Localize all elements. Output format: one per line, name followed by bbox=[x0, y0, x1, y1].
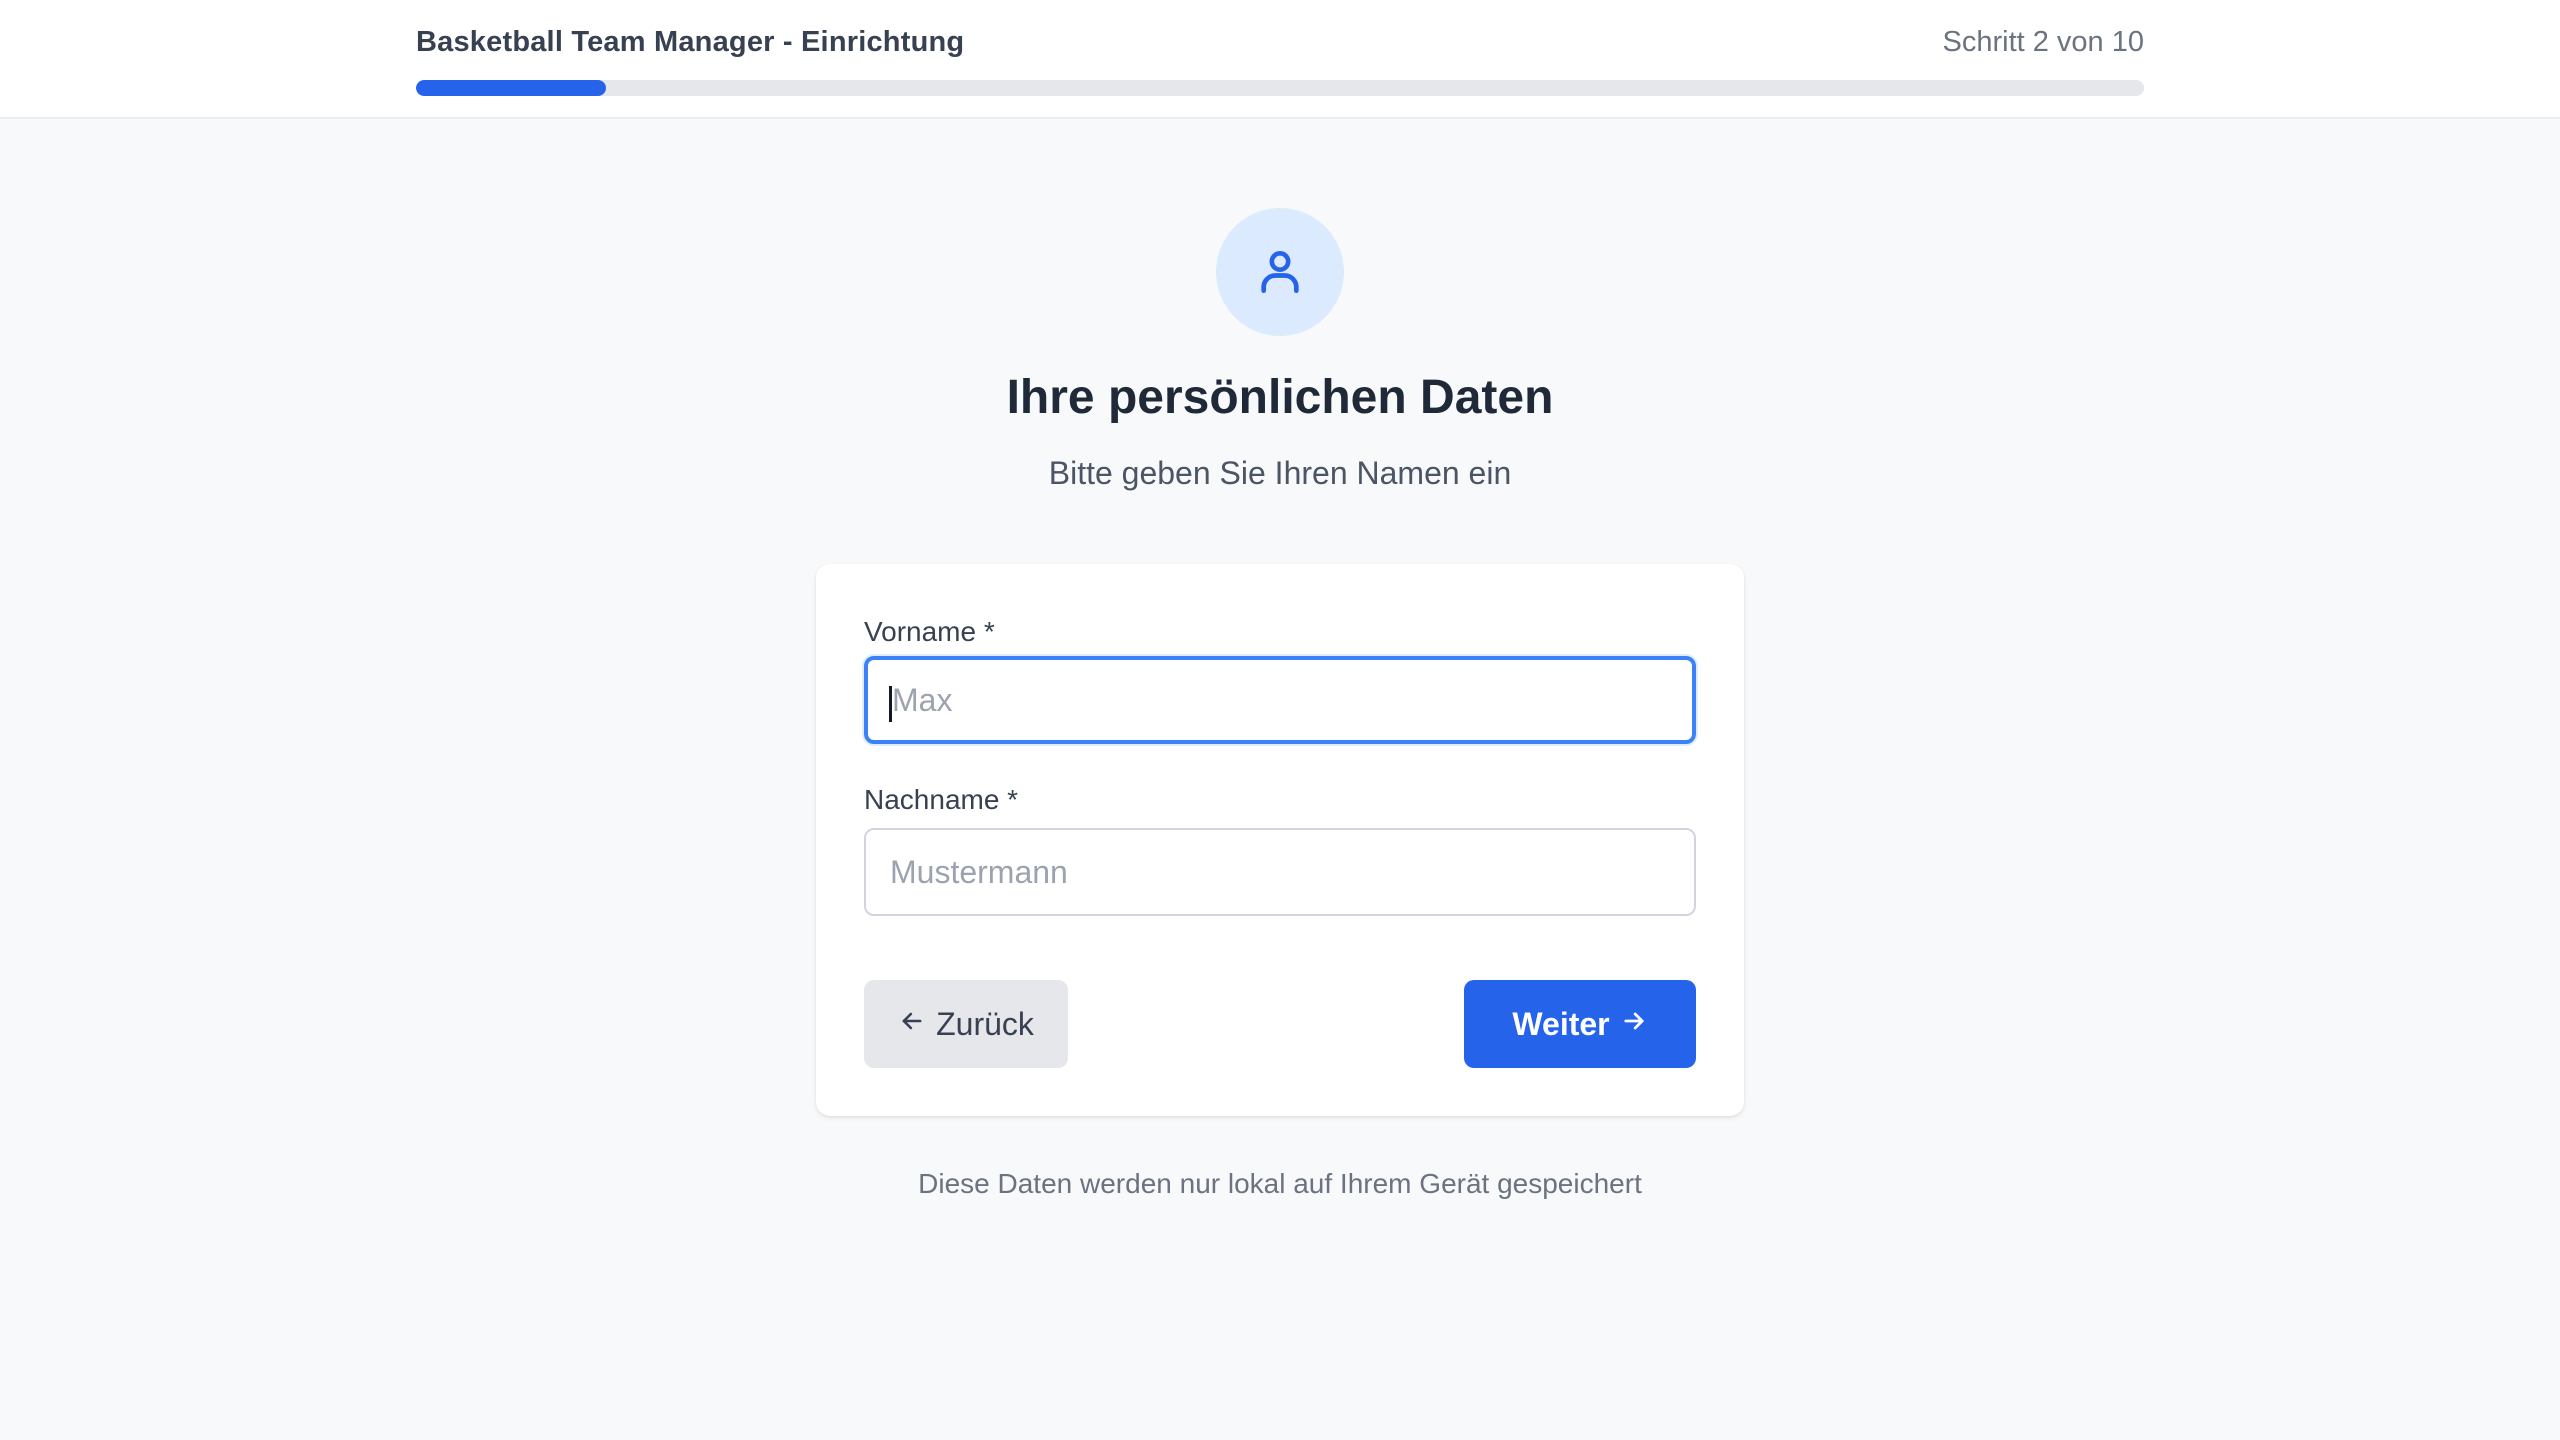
last-name-input[interactable] bbox=[864, 828, 1696, 916]
back-button[interactable]: Zurück bbox=[864, 980, 1068, 1068]
name-form-card: Vorname * Nachname * Zurück Weiter bbox=[816, 564, 1744, 1116]
step-counter: Schritt 2 von 10 bbox=[1942, 26, 2145, 58]
first-name-label: Vorname * bbox=[864, 616, 995, 647]
arrow-right-icon bbox=[1620, 1006, 1648, 1043]
next-button[interactable]: Weiter bbox=[1464, 980, 1696, 1068]
progress-bar-fill bbox=[416, 80, 607, 96]
next-button-label: Weiter bbox=[1512, 1005, 1610, 1042]
step-icon-badge bbox=[1216, 208, 1344, 336]
page-subtitle: Bitte geben Sie Ihren Namen ein bbox=[1048, 455, 1512, 491]
app-title: Basketball Team Manager - Einrichtung bbox=[416, 26, 965, 58]
page-title: Ihre persönlichen Daten bbox=[1006, 371, 1554, 424]
arrow-left-icon bbox=[898, 1006, 926, 1043]
last-name-label: Nachname * bbox=[864, 784, 1019, 815]
privacy-note: Diese Daten werden nur lokal auf Ihrem G… bbox=[918, 1168, 1642, 1199]
back-button-label: Zurück bbox=[936, 1005, 1034, 1042]
progress-bar bbox=[416, 80, 2144, 96]
setup-header: Basketball Team Manager - Einrichtung Sc… bbox=[0, 0, 2560, 119]
first-name-input[interactable] bbox=[864, 656, 1696, 744]
user-icon bbox=[1261, 251, 1299, 293]
text-caret bbox=[889, 686, 892, 722]
